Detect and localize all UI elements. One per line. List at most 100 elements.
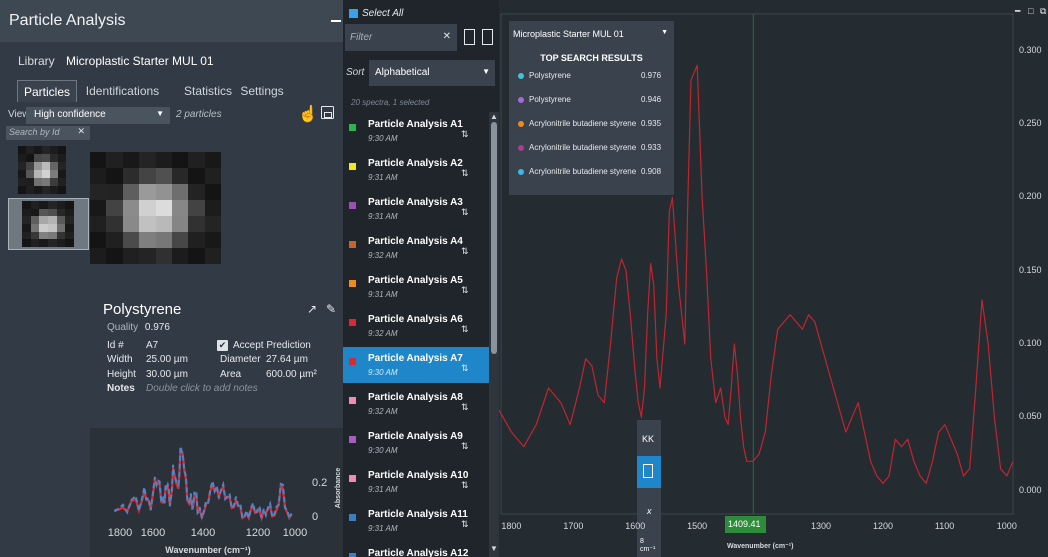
tab-settings[interactable]: Settings	[238, 80, 286, 102]
spectrum-color-swatch	[349, 358, 356, 365]
particle-thumbnail-selected[interactable]	[8, 198, 89, 250]
collapse-list-icon[interactable]	[464, 29, 475, 45]
window-restore-icon[interactable]: ⧉	[1040, 6, 1046, 17]
chart-toolbar: KK x 8 cm⁻¹	[637, 420, 661, 557]
external-link-icon[interactable]: ↗	[307, 302, 317, 316]
reorder-icon[interactable]: ⇅	[461, 207, 469, 218]
search-result-row[interactable]: Polystyrene 0.976	[509, 66, 674, 90]
search-by-id-input[interactable]: Search by Id ✕	[6, 126, 90, 140]
save-icon[interactable]	[321, 106, 334, 119]
x-axis-title: Wavenumber (cm⁻¹)	[727, 543, 794, 550]
panel-titlebar: Particle Analysis	[0, 0, 343, 42]
notes-field[interactable]: Double click to add notes	[146, 383, 258, 394]
chevron-down-icon: ▼	[661, 29, 668, 36]
search-result-row[interactable]: Acrylonitrile butadiene styrene 0.908	[509, 162, 674, 186]
diameter-label: Diameter	[220, 354, 261, 365]
reorder-icon[interactable]: ⇅	[461, 402, 469, 413]
window-minimize-icon[interactable]: ━	[1015, 6, 1020, 17]
window-maximize-icon[interactable]: □	[1028, 6, 1033, 16]
spectrum-list-item[interactable]: Particle Analysis A4 9:32 AM ⇅	[343, 230, 489, 266]
particle-name: Polystyrene	[103, 301, 182, 318]
spectrum-name: Particle Analysis A6	[368, 314, 463, 325]
search-result-row[interactable]: Acrylonitrile butadiene styrene 0.933	[509, 138, 674, 162]
mini-x-tick-label: 1000	[283, 527, 307, 539]
spectrum-list-item[interactable]: Particle Analysis A5 9:31 AM ⇅	[343, 269, 489, 305]
spectrum-time: 9:30 AM	[368, 446, 398, 455]
reorder-icon[interactable]: ⇅	[461, 285, 469, 296]
spectrum-time: 9:30 AM	[368, 134, 398, 143]
sort-select-value: Alphabetical	[375, 67, 430, 78]
particle-analysis-panel: Particle Analysis Library Microplastic S…	[0, 0, 343, 557]
spectrum-list-item[interactable]: Particle Analysis A10 9:31 AM ⇅	[343, 464, 489, 500]
spectrum-name: Particle Analysis A4	[368, 236, 463, 247]
spectrum-list-item[interactable]: Particle Analysis A9 9:30 AM ⇅	[343, 425, 489, 461]
reorder-icon[interactable]: ⇅	[461, 168, 469, 179]
x-tick-label: 1700	[563, 521, 584, 531]
kk-transform-button[interactable]: KK	[642, 434, 654, 444]
search-result-row[interactable]: Acrylonitrile butadiene styrene 0.935	[509, 114, 674, 138]
scroll-up-icon[interactable]: ▲	[490, 112, 498, 121]
id-label: Id #	[107, 340, 124, 351]
particle-thumbnail[interactable]	[18, 146, 66, 194]
chevron-down-icon: ▼	[482, 67, 490, 76]
select-all-label: Select All	[362, 8, 404, 19]
search-result-row[interactable]: Polystyrene 0.946	[509, 90, 674, 114]
reorder-icon[interactable]: ⇅	[461, 129, 469, 140]
reorder-icon[interactable]: ⇅	[461, 480, 469, 491]
tab-identifications[interactable]: Identifications	[80, 80, 165, 102]
top-search-results: TOP SEARCH RESULTS Polystyrene 0.976 Polys…	[509, 47, 674, 195]
spectrum-viewer: Microplastic Starter MUL 01 ▼ TOP SEARCH…	[499, 0, 1048, 557]
add-spectrum-icon[interactable]	[482, 29, 493, 45]
spectrum-list-item[interactable]: Particle Analysis A2 9:31 AM ⇅	[343, 152, 489, 188]
filter-input[interactable]: Filter ✕	[345, 24, 457, 51]
x-tick-label: 1200	[872, 521, 893, 531]
reorder-icon[interactable]: ⇅	[461, 246, 469, 257]
height-value: 30.00 µm	[146, 369, 188, 380]
spectrum-color-swatch	[349, 163, 356, 170]
accept-prediction-checkbox[interactable]: ✔	[217, 340, 228, 351]
tab-statistics[interactable]: Statistics	[178, 80, 238, 102]
search-library-select[interactable]: Microplastic Starter MUL 01 ▼	[509, 21, 674, 47]
x-tick-label: 1800	[501, 521, 522, 531]
mini-spectrum-chart: 1800 1600 1400 1200 1000 0.2 0 Wavenumber (cm⁻¹…	[90, 428, 343, 557]
particle-count: 2 particles	[176, 109, 222, 120]
hand-pointer-icon[interactable]: ☝	[298, 104, 318, 124]
mini-x-tick-label: 1600	[141, 527, 165, 539]
checkbox-icon	[349, 8, 358, 18]
reorder-icon[interactable]: ⇅	[461, 363, 469, 374]
spectrum-name: Particle Analysis A10	[368, 470, 469, 481]
minimize-icon[interactable]	[331, 20, 341, 22]
edit-icon[interactable]: ✎	[326, 302, 336, 316]
spectrum-list-item[interactable]: Particle Analysis A12	[343, 542, 489, 557]
spectrum-time: 9:32 AM	[368, 407, 398, 416]
reorder-icon[interactable]: ⇅	[461, 441, 469, 452]
result-name: Acrylonitrile butadiene styrene	[529, 143, 637, 152]
reorder-icon[interactable]: ⇅	[461, 519, 469, 530]
spectrum-time: 9:31 AM	[368, 524, 398, 533]
result-name: Polystyrene	[529, 95, 571, 104]
x-axis-tool-button[interactable]: x	[647, 506, 652, 516]
library-row: Library Microplastic Starter MUL 01	[0, 44, 343, 76]
select-all-checkbox[interactable]: Select All	[349, 8, 403, 19]
list-scrollbar[interactable]: ▲ ▼	[489, 112, 499, 557]
sort-select[interactable]: Alphabetical ▼	[369, 60, 495, 86]
view-select[interactable]: High confidence ▼	[26, 107, 170, 124]
reorder-icon[interactable]: ⇅	[461, 324, 469, 335]
spectrum-time: 9:30 AM	[368, 368, 398, 377]
clear-search-icon[interactable]: ✕	[77, 126, 85, 137]
spectrum-color-swatch	[349, 241, 356, 248]
clear-filter-icon[interactable]: ✕	[443, 31, 451, 42]
spectrum-list-item[interactable]: Particle Analysis A11 9:31 AM ⇅	[343, 503, 489, 539]
spectrum-list-item[interactable]: Particle Analysis A3 9:31 AM ⇅	[343, 191, 489, 227]
spectrum-list-item[interactable]: Particle Analysis A8 9:32 AM ⇅	[343, 386, 489, 422]
spectrum-list-item[interactable]: Particle Analysis A1 9:30 AM ⇅	[343, 113, 489, 149]
spectrum-name: Particle Analysis A8	[368, 392, 463, 403]
tab-particles[interactable]: Particles	[17, 80, 77, 102]
scroll-down-icon[interactable]: ▼	[490, 544, 498, 553]
result-color-dot	[518, 121, 524, 127]
scrollbar-thumb[interactable]	[491, 122, 497, 354]
spectrum-list-item[interactable]: Particle Analysis A7 9:30 AM ⇅	[343, 347, 489, 383]
library-label: Library	[18, 54, 55, 68]
spectrum-list-item[interactable]: Particle Analysis A6 9:32 AM ⇅	[343, 308, 489, 344]
cursor-tool-button[interactable]	[637, 456, 661, 488]
